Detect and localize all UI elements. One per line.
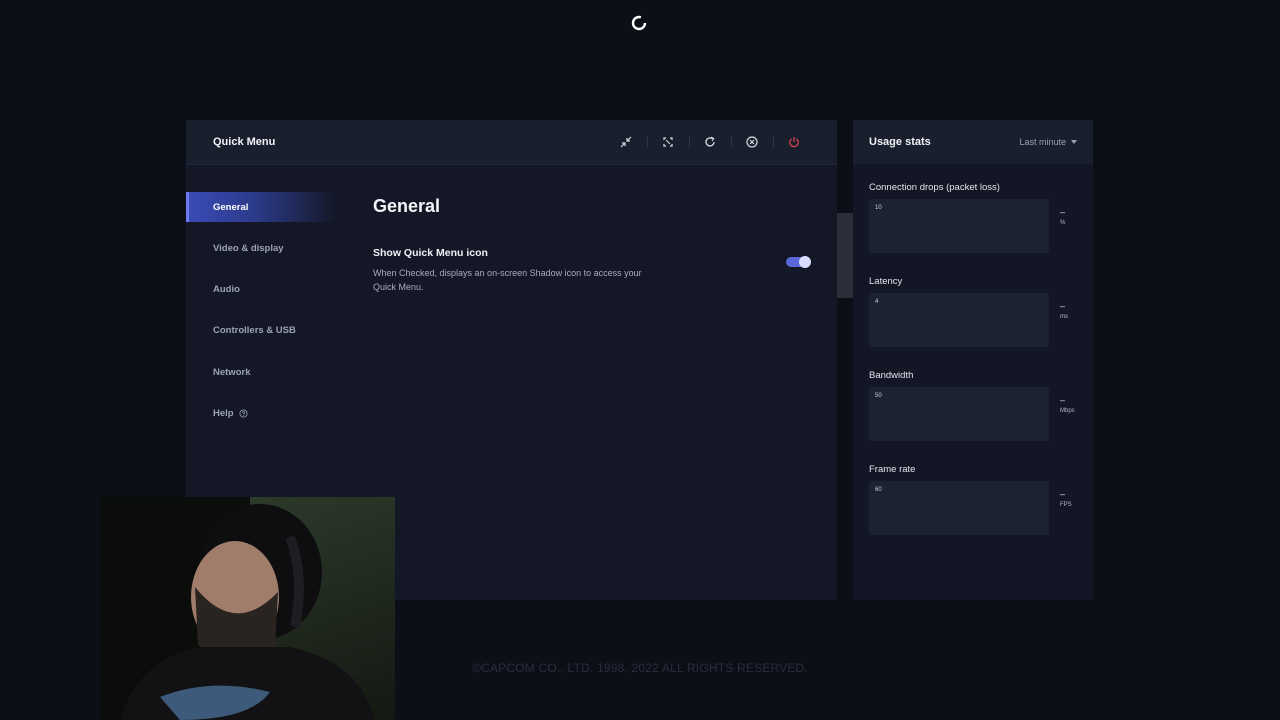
sidebar-item-label: Video & display xyxy=(213,242,284,254)
quick-menu-actions xyxy=(605,120,815,164)
metric-bandwidth: Bandwidth 50 – Mbps xyxy=(869,370,1085,441)
sidebar-item-general[interactable]: General xyxy=(186,192,336,222)
metric-connection-drops: Connection drops (packet loss) 10 – % xyxy=(869,182,1085,253)
quick-menu-header: Quick Menu xyxy=(186,120,837,165)
streamer-silhouette xyxy=(120,504,375,720)
sidebar-item-controllers-usb[interactable]: Controllers & USB xyxy=(186,316,336,346)
metric-value: – xyxy=(1060,207,1066,217)
metric-value: – xyxy=(1060,489,1066,499)
metric-label: Connection drops (packet loss) xyxy=(869,182,1000,193)
metric-unit: Mbps xyxy=(1060,408,1075,414)
chevron-down-icon xyxy=(1071,140,1077,144)
usage-stats-panel: Usage stats Last minute Connection drops… xyxy=(853,120,1093,600)
metric-max: 50 xyxy=(875,393,882,399)
power-button[interactable] xyxy=(773,120,815,164)
usage-stats-title: Usage stats xyxy=(869,136,931,148)
refresh-button[interactable] xyxy=(689,120,731,164)
resize-icon xyxy=(663,137,673,147)
metric-frame-rate: Frame rate 60 – FPS xyxy=(869,464,1085,535)
metric-value: – xyxy=(1060,301,1066,311)
sidebar-item-video-display[interactable]: Video & display xyxy=(186,233,336,263)
quick-menu-title: Quick Menu xyxy=(213,136,276,148)
settings-content: General Show Quick Menu icon When Checke… xyxy=(373,196,833,294)
background-game-strip xyxy=(837,213,853,298)
sidebar-item-label: General xyxy=(213,201,249,213)
metric-max: 10 xyxy=(875,205,882,211)
sidebar-item-label: Audio xyxy=(213,284,240,296)
setting-title: Show Quick Menu icon xyxy=(373,247,488,259)
metric-max: 4 xyxy=(875,299,879,305)
show-quick-menu-icon-toggle[interactable] xyxy=(786,256,811,268)
settings-sidebar: General Video & display Audio Controller… xyxy=(186,192,336,440)
toggle-knob xyxy=(799,256,811,268)
sidebar-item-audio[interactable]: Audio xyxy=(186,275,336,305)
metric-graph: 4 xyxy=(869,293,1049,347)
sidebar-item-network[interactable]: Network xyxy=(186,357,336,387)
usage-stats-header: Usage stats Last minute xyxy=(853,120,1093,164)
resize-button[interactable] xyxy=(647,120,689,164)
time-range-label: Last minute xyxy=(1019,137,1066,147)
minimize-button[interactable] xyxy=(605,120,647,164)
loading-spinner-icon xyxy=(631,15,647,31)
sidebar-item-label: Controllers & USB xyxy=(213,325,296,337)
metric-unit: FPS xyxy=(1060,502,1072,508)
minimize-icon xyxy=(620,136,632,148)
metric-value: – xyxy=(1060,395,1066,405)
metric-unit: % xyxy=(1060,220,1066,226)
metric-label: Bandwidth xyxy=(869,370,914,381)
metric-latency: Latency 4 – ms xyxy=(869,276,1085,347)
sidebar-item-label: Network xyxy=(213,366,251,378)
webcam-overlay xyxy=(100,497,395,720)
help-circle-icon xyxy=(239,409,248,418)
time-range-dropdown[interactable]: Last minute xyxy=(1019,137,1077,147)
metric-label: Frame rate xyxy=(869,464,916,475)
setting-description: When Checked, displays an on-screen Shad… xyxy=(373,268,642,292)
metric-unit: ms xyxy=(1060,314,1068,320)
page-title: General xyxy=(373,196,441,216)
metric-graph: 10 xyxy=(869,199,1049,253)
close-button[interactable] xyxy=(731,120,773,164)
sidebar-item-help[interactable]: Help xyxy=(186,398,336,428)
metric-graph: 50 xyxy=(869,387,1049,441)
setting-show-quick-menu-icon: Show Quick Menu icon When Checked, displ… xyxy=(373,247,833,294)
sidebar-item-label: Help xyxy=(213,407,234,419)
metric-max: 60 xyxy=(875,487,882,493)
metric-label: Latency xyxy=(869,276,903,287)
power-icon xyxy=(789,137,799,148)
refresh-icon xyxy=(705,136,715,147)
close-circle-icon xyxy=(746,136,758,148)
metric-graph: 60 xyxy=(869,481,1049,535)
